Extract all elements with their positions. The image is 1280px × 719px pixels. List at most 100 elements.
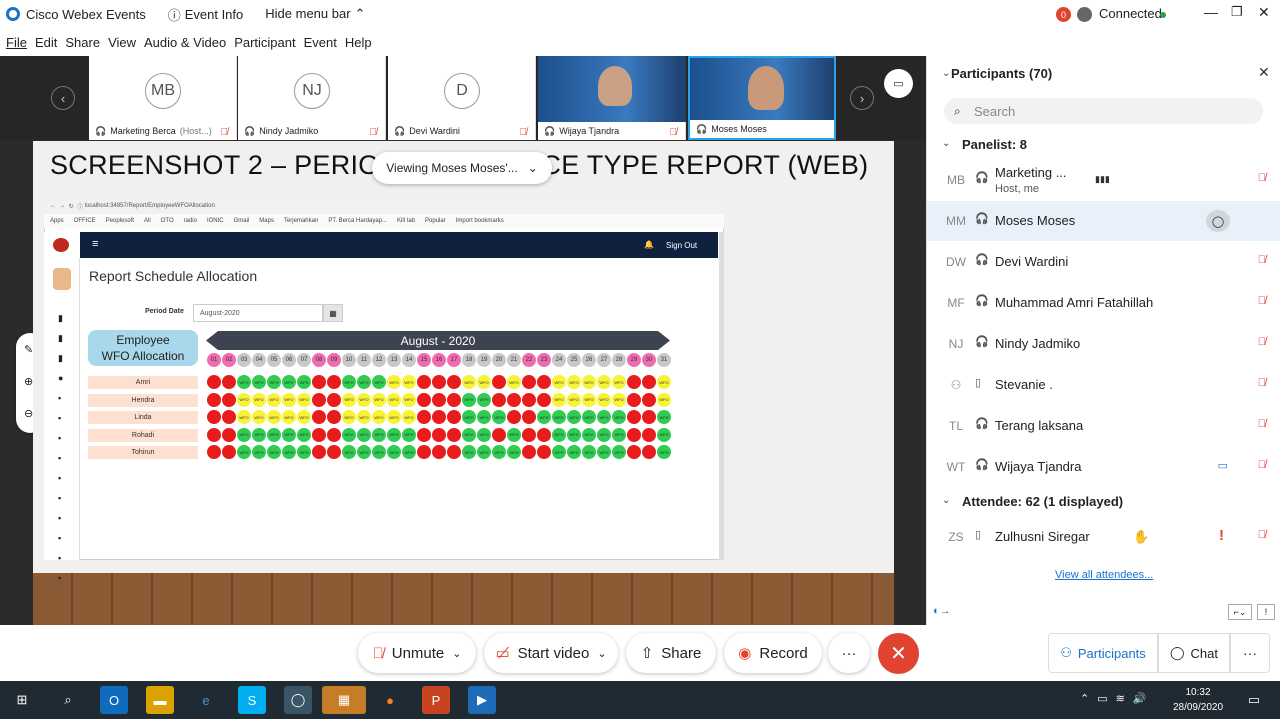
allocation-cell: WFO — [657, 375, 671, 389]
allocation-cell: WFH — [342, 445, 356, 459]
menu-help[interactable]: Help — [345, 35, 372, 50]
allocation-cell — [537, 445, 551, 459]
allocation-cell: WFO — [612, 375, 626, 389]
hide-menu-button[interactable]: Hide menu bar ⌃ — [265, 6, 365, 22]
day-header: 11 — [357, 353, 371, 367]
participants-tab[interactable]: ⚇ Participants — [1048, 633, 1158, 673]
participant-row[interactable]: WT 🎧 Wijaya Tjandra ▭ 🎙̸ — [927, 447, 1280, 487]
menu-share[interactable]: Share — [65, 35, 100, 50]
webex-taskbar-icon[interactable]: ◯ — [284, 686, 312, 714]
allocation-cell — [207, 410, 221, 424]
chevron-down-icon[interactable]: ⌄ — [942, 138, 950, 149]
search-icon[interactable]: ⌕ — [54, 686, 82, 714]
bell-icon[interactable]: 🔔 — [644, 240, 654, 249]
calendar-icon[interactable]: ▦ — [323, 304, 343, 322]
file-explorer-icon[interactable]: ▬ — [146, 686, 174, 714]
allocation-cell: WFH — [357, 375, 371, 389]
attendee-header: Attendee: 62 (1 displayed) — [962, 494, 1124, 509]
period-input[interactable]: August-2020 — [193, 304, 323, 322]
menu-file[interactable]: File — [6, 35, 27, 50]
chevron-down-icon[interactable]: ⌄ — [942, 68, 950, 79]
allocation-cell: WFH — [252, 427, 266, 442]
menu-audio-video[interactable]: Audio & Video — [144, 35, 226, 50]
allocation-cell: WFO — [357, 392, 371, 407]
panel-options-button[interactable]: ⌐⌄ — [1228, 604, 1252, 620]
app-taskbar-icon[interactable]: ▦ — [322, 686, 366, 714]
allocation-cell: WFH — [552, 410, 566, 424]
chevron-down-icon[interactable]: ⌄ — [942, 495, 950, 506]
chevron-up-icon: ⌃ — [354, 6, 366, 21]
headset-icon: 🎧 — [244, 125, 256, 136]
browser-scrollbar[interactable] — [719, 232, 724, 560]
participant-row[interactable]: ZS ▯ Zulhusni Siregar ✋ ! 🎙̸ — [927, 517, 1280, 557]
allocation-cell — [537, 392, 551, 407]
firefox-icon[interactable]: ● — [376, 686, 404, 714]
video-thumb-mb[interactable]: MB 🎧 Marketing Berca (Host...) 🎙̸ — [89, 56, 237, 140]
panel-more-button[interactable]: ··· — [1230, 633, 1270, 673]
allocation-cell — [522, 375, 536, 389]
participant-row[interactable]: NJ 🎧 Nindy Jadmiko 🎙̸ — [927, 324, 1280, 364]
person-silhouette — [748, 66, 784, 110]
media-icon[interactable]: ▶ — [468, 686, 496, 714]
record-button[interactable]: ◉ Record — [724, 633, 822, 673]
start-video-button[interactable]: ▭̸ Start video ⌄ — [484, 633, 618, 673]
allocation-cell: WFO — [297, 392, 311, 407]
more-label: ··· — [841, 644, 857, 662]
panel-alert-button[interactable]: ! — [1257, 604, 1275, 620]
participant-row[interactable]: MM 🎧 Moses Moses ◯ — [927, 201, 1280, 241]
allocation-cell: WFH — [597, 445, 611, 459]
panel-title: Participants (70) — [951, 66, 1053, 81]
leave-meeting-button[interactable]: ✕ — [878, 633, 919, 674]
info-icon: ⓘ — [77, 204, 84, 211]
windows-start-icon[interactable]: ⊞ — [8, 686, 36, 714]
more-options-button[interactable]: ··· — [828, 633, 870, 673]
muted-mic-icon: 🎙̸ — [220, 127, 229, 138]
skype-icon[interactable]: S — [238, 686, 266, 714]
allocation-cell: WFH — [297, 375, 311, 389]
day-header: 09 — [327, 353, 341, 367]
event-info-button[interactable]: ⓘ Event Info — [168, 5, 244, 24]
video-thumb-wt[interactable]: 🎧 Wijaya Tjandra 🎙̸ — [538, 56, 686, 140]
view-all-attendees-link[interactable]: View all attendees... — [1055, 569, 1153, 581]
viewing-dropdown[interactable]: Viewing Moses Moses'... ⌄ — [372, 152, 552, 184]
outlook-icon[interactable]: O — [100, 686, 128, 714]
participant-row[interactable]: TL 🎧 Terang laksana 🎙̸ — [927, 406, 1280, 446]
participant-row[interactable]: MF 🎧 Muhammad Amri Fatahillah 🎙̸ — [927, 283, 1280, 323]
allocation-cell: WFH — [477, 445, 491, 459]
clock[interactable]: 10:32 28/09/2020 — [1168, 685, 1228, 715]
hamburger-icon[interactable]: ≡ — [92, 238, 98, 250]
notifications-icon[interactable]: ▭ — [1240, 686, 1268, 714]
panel-close-button[interactable]: ✕ — [1258, 64, 1270, 81]
close-window-button[interactable]: ✕ — [1258, 4, 1270, 21]
video-thumb-mm[interactable]: 🎧 Moses Moses — [688, 56, 836, 140]
avatar: MF — [947, 296, 965, 310]
chat-tab[interactable]: ◯ Chat — [1158, 633, 1230, 673]
participant-search-input[interactable]: ⌕ Search — [944, 98, 1263, 124]
edge-icon[interactable]: e — [192, 686, 220, 714]
participant-row[interactable]: ⚇ ▯ Stevanie . 🎙̸ — [927, 365, 1280, 405]
video-thumb-d[interactable]: D 🎧 Devi Wardini 🎙̸ — [388, 56, 536, 140]
menu-participant[interactable]: Participant — [234, 35, 295, 50]
menu-event[interactable]: Event — [304, 35, 337, 50]
participant-row[interactable]: DW 🎧 Devi Wardini 🎙̸ — [927, 242, 1280, 282]
next-thumbs-button[interactable]: › — [850, 86, 874, 110]
participant-row[interactable]: MB 🎧 Marketing ... Host, me ▮▮▮ 🎙̸ — [927, 160, 1280, 200]
chat-icon[interactable]: ◯ — [1206, 210, 1230, 232]
person-silhouette — [598, 66, 632, 106]
menu-edit[interactable]: Edit — [35, 35, 57, 50]
day-header: 29 — [627, 353, 641, 367]
powerpoint-icon[interactable]: P — [422, 686, 450, 714]
prev-thumbs-button[interactable]: ‹ — [51, 86, 75, 110]
maximize-button[interactable]: ❐ — [1231, 4, 1243, 20]
allocation-cell: WFO — [252, 392, 266, 407]
signout-link[interactable]: Sign Out — [666, 241, 697, 250]
video-thumb-nj[interactable]: NJ 🎧 Nindy Jadmiko 🎙̸ — [238, 56, 386, 140]
annotate-icon[interactable]: ✎ — [24, 343, 33, 356]
zoom-in-icon[interactable]: ⊕ — [24, 375, 33, 388]
layout-button[interactable]: ▭ — [884, 69, 913, 98]
menu-view[interactable]: View — [108, 35, 136, 50]
share-button[interactable]: ⇧ Share — [626, 633, 716, 673]
minimize-button[interactable]: — — [1204, 4, 1218, 20]
zoom-out-icon[interactable]: ⊖ — [24, 407, 33, 420]
unmute-button[interactable]: 🎙̸ Unmute ⌄ — [358, 633, 476, 673]
